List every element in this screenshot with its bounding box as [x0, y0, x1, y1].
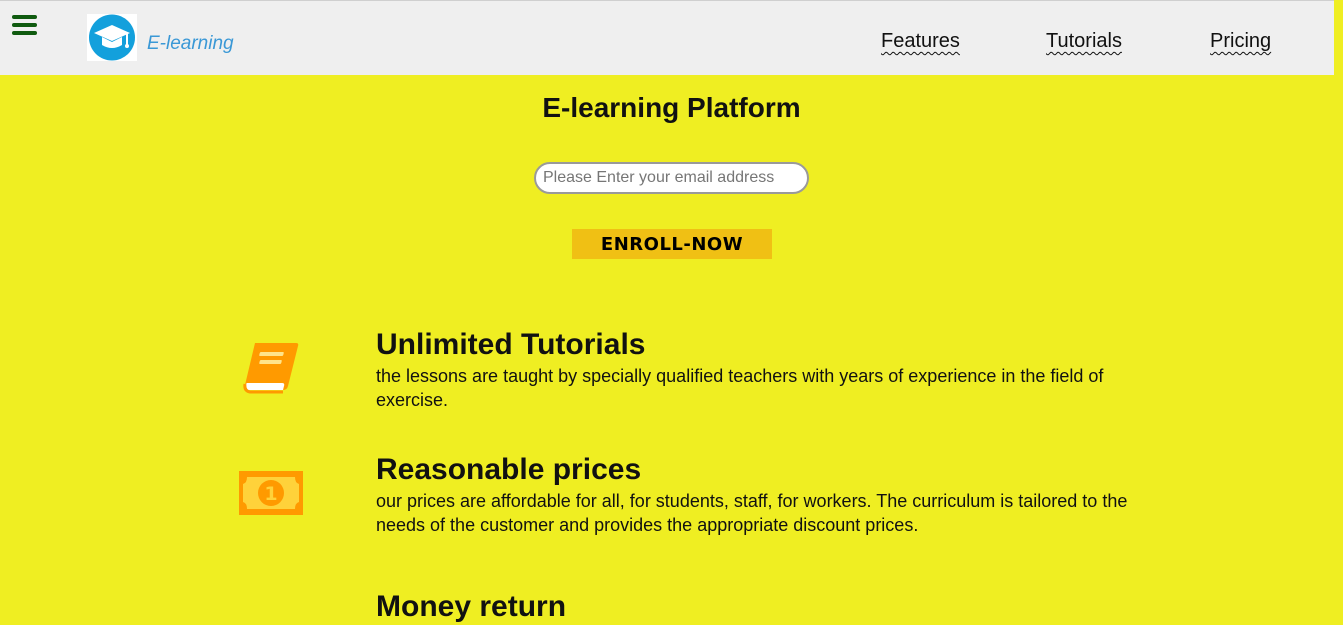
- nav-link-pricing[interactable]: Pricing: [1210, 30, 1271, 53]
- page-title: E-learning Platform: [542, 92, 801, 123]
- graduation-cap-icon[interactable]: [87, 14, 137, 61]
- book-icon: [241, 340, 301, 395]
- email-input[interactable]: [534, 162, 809, 194]
- page: E-learning Features Tutorials Pricing E-…: [0, 0, 1343, 625]
- nav-link-tutorials[interactable]: Tutorials: [1046, 30, 1122, 53]
- feature-title: Unlimited Tutorials: [376, 328, 646, 361]
- feature-description: the lessons are taught by specially qual…: [376, 366, 1104, 410]
- nav-link-features[interactable]: Features: [881, 30, 960, 53]
- money-bill-icon: 1: [238, 470, 304, 516]
- brand-link[interactable]: E-learning: [147, 33, 234, 55]
- svg-text:1: 1: [264, 483, 277, 505]
- feature-description: our prices are affordable for all, for s…: [376, 491, 1128, 535]
- feature-title: Reasonable prices: [376, 453, 642, 486]
- feature-title: Money return: [376, 590, 567, 623]
- enroll-now-button[interactable]: ENROLL-NOW: [572, 229, 772, 259]
- navbar: E-learning Features Tutorials Pricing: [0, 0, 1334, 75]
- hamburger-menu-icon[interactable]: [12, 15, 37, 35]
